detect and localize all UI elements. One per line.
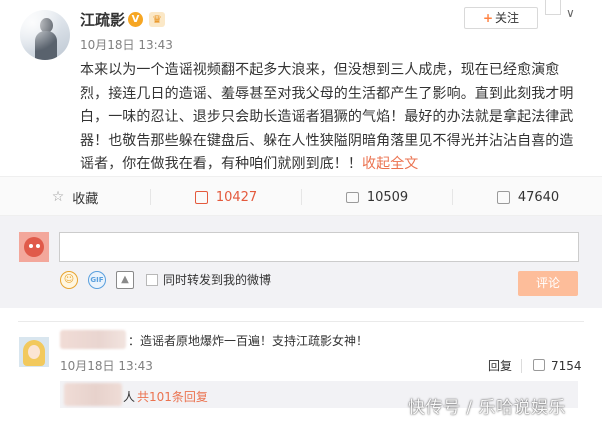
- post-body: 本来以为一个造谣视频翻不起多大浪来，但没想到三人成虎，现在已经愈演愈烈，接连几日…: [80, 62, 574, 172]
- emoji-icon[interactable]: ☺: [60, 271, 78, 289]
- watermark: 快传号 / 乐哈说娱乐: [408, 398, 567, 418]
- favorite-label: 收藏: [72, 191, 99, 207]
- comment-input[interactable]: [59, 232, 579, 262]
- comment-like-count: 7154: [551, 359, 582, 373]
- like-count: 47640: [517, 189, 560, 205]
- commenter-name-blurred[interactable]: [60, 330, 126, 349]
- star-icon: ☆: [51, 189, 65, 205]
- image-icon[interactable]: ▲: [116, 271, 134, 289]
- repost-count: 10427: [215, 189, 258, 205]
- replier-name-blurred[interactable]: [64, 383, 122, 406]
- comment-time: 10月18日 13:43: [60, 359, 153, 373]
- gif-icon[interactable]: GIF: [88, 271, 106, 289]
- my-avatar[interactable]: [19, 232, 49, 262]
- partial-button[interactable]: [545, 0, 561, 15]
- reply-count-link[interactable]: 共101条回复: [137, 389, 208, 405]
- favorite-button[interactable]: ☆ 收藏: [0, 177, 150, 217]
- follow-plus-icon: +: [482, 11, 494, 25]
- verified-badge: V: [128, 12, 143, 27]
- reply-suffix: 人: [123, 390, 136, 404]
- reply-button[interactable]: 回复: [488, 358, 512, 374]
- repost-icon: [194, 190, 208, 204]
- post-text: 本来以为一个造谣视频翻不起多大浪来，但没想到三人成虎，现在已经愈演愈烈，接连几日…: [80, 59, 586, 177]
- post-time[interactable]: 10月18日 13:43: [80, 37, 173, 53]
- comment-count: 10509: [366, 189, 409, 205]
- comment-text: ：造谣者原地爆炸一百遍！支持江疏影女神！: [128, 334, 369, 348]
- repost-checkbox-label[interactable]: 同时转发到我的微博: [163, 272, 271, 288]
- comment-button[interactable]: 10509: [302, 177, 452, 217]
- submit-comment-button[interactable]: 评论: [518, 271, 578, 296]
- comment-icon: [345, 191, 359, 203]
- follow-button-label: 关注: [495, 11, 520, 25]
- comment-composer: [0, 216, 602, 308]
- repost-button[interactable]: 10427: [151, 177, 301, 217]
- like-button[interactable]: 47640: [453, 177, 602, 217]
- author-name[interactable]: 江疏影: [80, 10, 125, 30]
- crown-icon: ♛: [149, 12, 165, 27]
- author-avatar[interactable]: [20, 10, 70, 60]
- collapse-text-link[interactable]: 收起全文: [362, 156, 418, 172]
- repost-checkbox[interactable]: [146, 274, 158, 286]
- comment-divider: [18, 321, 584, 322]
- action-bar: ☆ 收藏 10427 10509 47640: [0, 176, 602, 216]
- thumbs-up-icon[interactable]: [533, 359, 545, 371]
- divider: [521, 359, 522, 373]
- commenter-avatar[interactable]: [19, 337, 49, 367]
- follow-button[interactable]: + 关注: [464, 7, 538, 29]
- thumbs-up-icon: [496, 190, 510, 204]
- chevron-down-icon[interactable]: ∨: [566, 6, 575, 20]
